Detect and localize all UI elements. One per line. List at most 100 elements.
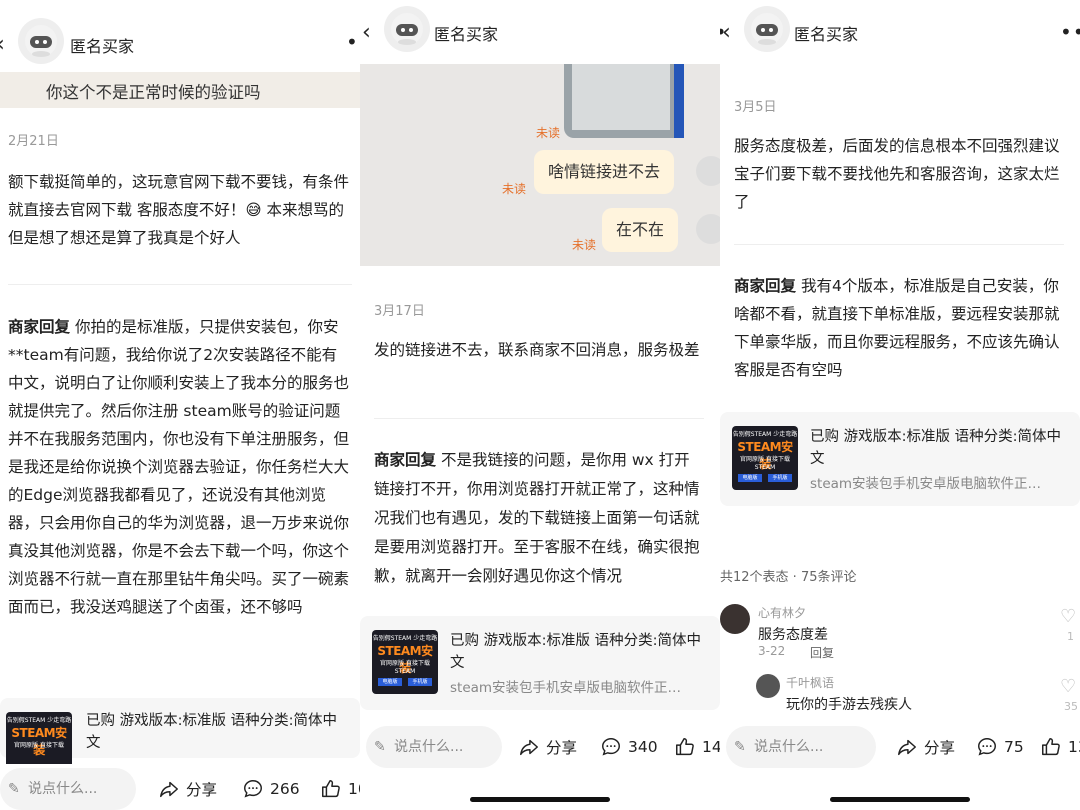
username[interactable]: 匿名买家 — [70, 33, 134, 57]
comment-text: 服务态度差 — [758, 627, 828, 643]
avatar[interactable] — [384, 6, 430, 52]
unread-label: 未读 — [536, 126, 561, 140]
commenter-avatar[interactable] — [756, 674, 780, 698]
comment-input[interactable]: ✎ 说点什么... — [0, 768, 136, 810]
share-button[interactable]: 分享 — [518, 736, 577, 758]
avatar[interactable] — [744, 6, 790, 52]
reply-label: 商家回复 — [734, 277, 797, 295]
commenter-avatar[interactable] — [720, 604, 750, 634]
comment-text: 玩你的手游去残疾人 — [786, 697, 912, 713]
product-subtitle: steam安装包手机安卓版电脑软件正… — [450, 680, 682, 696]
share-icon — [520, 739, 538, 756]
image-photo — [564, 64, 684, 138]
review-date: 3月17日 — [374, 304, 425, 319]
back-icon[interactable]: ‹ — [0, 32, 5, 57]
commenter-name[interactable]: 心有林夕 — [758, 604, 806, 621]
thumb-logo: STEAM — [394, 668, 416, 675]
username[interactable]: 匿名买家 — [794, 21, 858, 45]
pen-icon: ✎ — [374, 739, 386, 755]
product-subtitle: steam安装包手机安卓版电脑软件正… — [810, 476, 1042, 492]
commenter-name[interactable]: 千叶枫语 — [786, 674, 834, 691]
avatar[interactable] — [18, 18, 64, 64]
thumb-line: 告别假STEAM 少走弯路 — [6, 717, 72, 724]
comment-date: 3-22 — [758, 644, 786, 658]
comment-icon — [244, 780, 262, 798]
reply-label: 商家回复 — [8, 318, 71, 336]
product-title: 已购 游戏版本:标准版 语种分类:简体中文 — [810, 429, 1061, 467]
comment-count: 340 — [628, 738, 658, 756]
share-button[interactable]: 分享 — [158, 778, 217, 800]
back-icon[interactable]: ‹ — [362, 20, 371, 45]
chat-bubble: 啥情链接进不去 — [534, 150, 675, 194]
comment-like-count: 1 — [1067, 630, 1074, 643]
heart-icon[interactable]: ♡ — [1060, 676, 1076, 697]
home-indicator — [470, 797, 610, 802]
like-button[interactable]: 140 — [674, 736, 720, 758]
comment-count: 266 — [270, 780, 300, 798]
thumb-badge: 手机版 — [408, 678, 432, 686]
share-button[interactable]: 分享 — [896, 736, 955, 758]
thumb-badge: 电脑版 — [378, 678, 402, 686]
divider — [374, 418, 704, 419]
thumb-line: 官网原版 直接下载 — [380, 660, 430, 667]
comment-stats: 共12个表态 · 75条评论 — [720, 570, 857, 585]
comment-count: 75 — [1004, 738, 1024, 756]
comment-button[interactable]: 340 — [600, 736, 658, 758]
comment-input[interactable]: ✎ 说点什么... — [366, 726, 502, 768]
comment-icon — [602, 738, 620, 756]
thumb-badge: 手机版 — [768, 474, 792, 482]
review-text: 发的链接进不去，联系商家不回消息，服务极差 — [374, 341, 700, 359]
product-thumbnail: 告别假STEAM 少走弯路 STEAM安装 官网原版 直接下载 STEAM 电脑… — [372, 630, 438, 694]
like-count: 10 — [348, 780, 360, 798]
review-text: 额下载挺简单的，这玩意官网下载不要钱，有条件就直接去官网下载 客服态度不好！😅 … — [8, 173, 350, 247]
product-card[interactable]: 告别假STEAM 少走弯路 STEAM安装 官网原版 直接下载 已购 游戏版本:… — [0, 698, 360, 776]
reply-text: 你拍的是标准版，只提供安装包，你安**team有问题，我给你说了2次安装路径不能… — [8, 318, 350, 616]
unread-label: 未读 — [502, 182, 527, 196]
bottom-bar: ✎ 说点什么... 分享 266 10 — [0, 764, 360, 810]
like-button[interactable]: 10 — [320, 778, 360, 800]
comment-icon — [978, 738, 996, 756]
unread-label: 未读 — [572, 238, 597, 252]
more-icon[interactable]: • — [346, 30, 359, 54]
header: •• ‹ 匿名买家 •• — [720, 0, 1080, 64]
share-label: 分享 — [546, 739, 578, 757]
username[interactable]: 匿名买家 — [434, 21, 498, 45]
thumb-line: 告别假STEAM 少走弯路 — [372, 635, 438, 642]
like-button[interactable]: 13 — [1040, 736, 1080, 758]
home-indicator — [830, 797, 970, 802]
comment-like-count: 35 — [1064, 700, 1078, 713]
chat-avatar — [696, 214, 720, 244]
merchant-reply: 商家回复 不是我链接的问题，是你用 wx 打开链接打不开，你用浏览器打开就正常了… — [374, 446, 704, 591]
more-icon[interactable]: •• — [1060, 20, 1080, 44]
image-caption-strip: 你这个不是正常时候的验证吗 — [0, 72, 360, 108]
thumbs-up-icon — [676, 738, 694, 756]
product-card[interactable]: 告别假STEAM 少走弯路 STEAM安装 官网原版 直接下载 STEAM 电脑… — [720, 412, 1080, 506]
share-label: 分享 — [186, 781, 218, 799]
heart-icon[interactable]: ♡ — [1060, 606, 1076, 627]
thumb-line: 官网原版 直接下载 — [740, 456, 790, 463]
thumb-line: 官网原版 直接下载 — [14, 742, 64, 749]
review-panel-3: •• ‹ 匿名买家 •• 3月5日 服务态度极差，后面发的信息根本不回强烈建议宝… — [720, 0, 1080, 810]
caption-text: 你这个不是正常时候的验证吗 — [46, 83, 261, 102]
pen-icon: ✎ — [734, 739, 746, 755]
divider — [734, 244, 1064, 245]
chat-bubble: 在不在 — [602, 208, 679, 252]
comment-section: 共12个表态 · 75条评论 心有林夕 服务态度差 3-22 回复 ♡ 1 千叶… — [720, 526, 1080, 716]
comment-button[interactable]: 266 — [242, 778, 300, 800]
comment-button[interactable]: 75 — [976, 736, 1024, 758]
header: ‹ 匿名买家 — [360, 0, 720, 64]
product-card[interactable]: 告别假STEAM 少走弯路 STEAM安装 官网原版 直接下载 STEAM 电脑… — [360, 616, 720, 710]
comment-placeholder: 说点什么... — [394, 739, 464, 755]
reply-link[interactable]: 回复 — [810, 644, 834, 661]
reply-label: 商家回复 — [374, 451, 437, 469]
comment-input[interactable]: ✎ 说点什么... — [726, 726, 876, 768]
thumb-line: 告别假STEAM 少走弯路 — [732, 431, 798, 438]
merchant-reply: 商家回复 我有4个版本，标准版是自己安装，你啥都不看，就直接下单标准版，要远程安… — [734, 272, 1070, 384]
back-icon[interactable]: ‹ — [722, 20, 731, 45]
share-icon — [160, 781, 178, 798]
comment-placeholder: 说点什么... — [754, 739, 824, 755]
review-text: 服务态度极差，后面发的信息根本不回强烈建议宝子们要下载不要找他先和客服咨询，这家… — [734, 137, 1060, 211]
review-panel-2: ‹ 匿名买家 未读 啥情链接进不去 未读 在不在 未读 3月17日 发的链接进不… — [360, 0, 720, 810]
like-count: 13 — [1068, 738, 1080, 756]
thumb-badge: 电脑版 — [738, 474, 762, 482]
